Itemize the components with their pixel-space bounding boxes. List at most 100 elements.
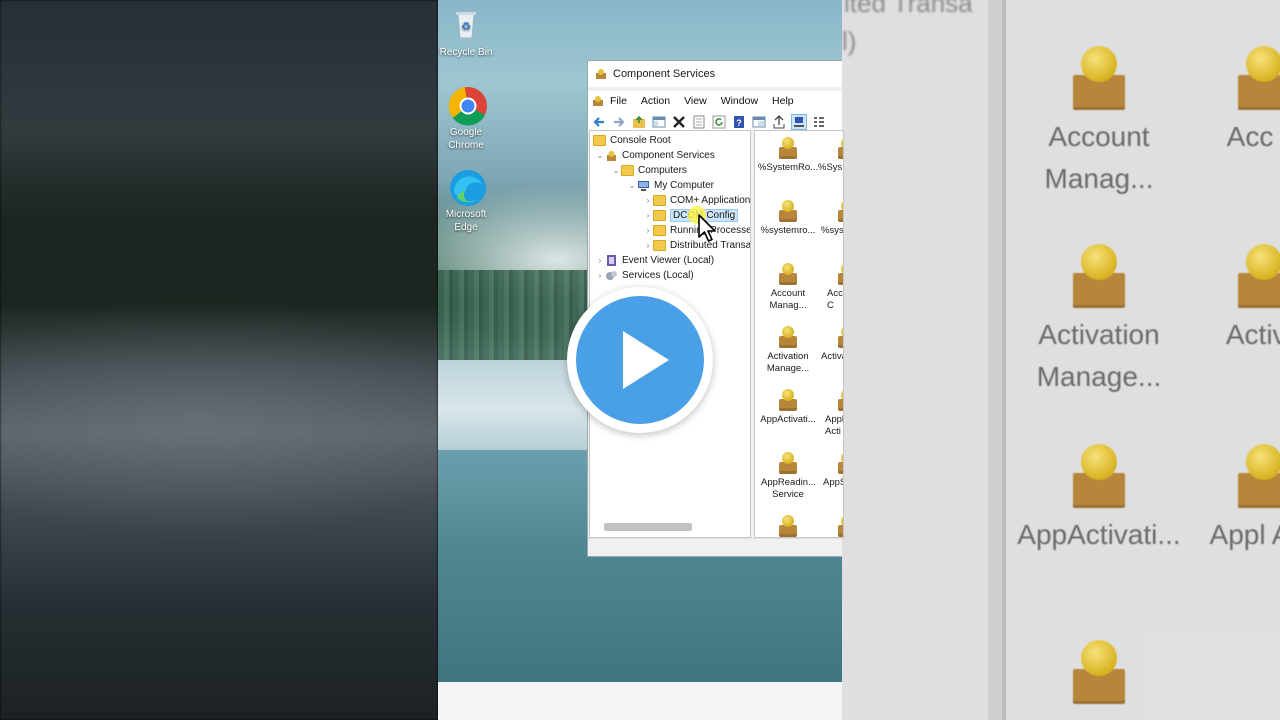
package-icon	[836, 200, 843, 222]
list-item-label: Appl Acti	[825, 414, 844, 437]
package-icon	[1232, 244, 1280, 308]
help-icon[interactable]: ?	[732, 115, 746, 129]
list-item-label: %sys	[821, 225, 844, 236]
package-icon	[777, 389, 799, 411]
list-item[interactable]: %SystemRo...	[757, 137, 819, 174]
zoomed-item-label: AppActivati...	[1017, 519, 1181, 550]
list-item-label: AppReadin... Service	[761, 477, 816, 500]
export-icon[interactable]	[772, 114, 786, 129]
package-icon	[1067, 46, 1131, 110]
list-pane: %SystemRo... %Sys %systemro... %sys Acco…	[754, 130, 844, 538]
desktop-icon-edge[interactable]: Microsoft Edge	[434, 168, 498, 234]
tree-node-console-root[interactable]: Console Root	[593, 133, 671, 148]
list-item[interactable]: Activa	[821, 326, 843, 363]
zoomed-list-item	[994, 640, 1204, 710]
show-hide-tree-icon[interactable]	[652, 115, 666, 129]
menu-file[interactable]: File	[610, 95, 627, 107]
large-icons-view-icon[interactable]	[791, 113, 807, 130]
package-icon	[777, 452, 799, 474]
chevron-down-icon[interactable]: ⌄	[627, 181, 637, 190]
list-item-label: %Sys	[818, 162, 843, 173]
list-item[interactable]: AppActivati...	[757, 389, 819, 426]
list-item-label: Account Manag...	[769, 288, 807, 311]
chevron-right-icon[interactable]: ›	[595, 271, 605, 280]
console-window-icon[interactable]	[752, 115, 766, 129]
up-folder-icon[interactable]	[632, 115, 646, 129]
zoomed-list-item: AppActivati...	[994, 444, 1204, 556]
list-item[interactable]: Account Manag...	[757, 263, 819, 312]
menu-help[interactable]: Help	[772, 95, 794, 107]
recycle-bin-icon: ♻	[448, 6, 484, 42]
chevron-right-icon[interactable]: ›	[643, 211, 653, 220]
menu-view[interactable]: View	[684, 95, 707, 107]
chevron-down-icon[interactable]: ⌄	[595, 151, 605, 160]
list-item[interactable]: %Sys	[818, 137, 843, 174]
zoomed-item-label: Acc C	[1226, 121, 1280, 152]
tree-node-my-computer[interactable]: ⌄ My Computer	[627, 178, 714, 193]
app-menu-icon[interactable]	[592, 95, 604, 107]
chevron-right-icon[interactable]: ›	[643, 196, 653, 205]
chevron-right-icon[interactable]: ›	[595, 256, 605, 265]
event-viewer-icon	[605, 255, 618, 266]
list-item[interactable]: AppS	[823, 452, 844, 489]
window-titlebar[interactable]: Component Services	[588, 61, 842, 87]
desktop-icon-label: Google Chrome	[448, 127, 484, 151]
zoomed-list-item: Appl Acti	[1204, 444, 1280, 556]
zoomed-top-text-2: l)	[842, 26, 857, 56]
tree-label: Component Services	[622, 150, 715, 161]
window-title: Component Services	[613, 68, 716, 80]
folder-icon	[621, 165, 634, 176]
desktop-icon-label: Microsoft Edge	[445, 209, 487, 233]
small-icons-view-icon[interactable]	[812, 115, 826, 129]
delete-icon[interactable]	[672, 115, 686, 129]
menu-window[interactable]: Window	[721, 95, 758, 107]
list-item[interactable]: Acc C	[827, 263, 843, 312]
list-item-label: %SystemRo...	[757, 162, 819, 173]
play-icon	[623, 331, 669, 389]
list-item[interactable]: %sys	[821, 200, 844, 237]
chevron-right-icon[interactable]: ›	[643, 241, 653, 250]
tree-label: Computers	[638, 165, 687, 176]
zoomed-list-item: Activa	[1204, 244, 1280, 356]
left-blurred-background	[0, 0, 438, 720]
list-item-label: Activa	[821, 351, 843, 362]
package-icon	[1232, 444, 1280, 508]
mouse-cursor-icon	[697, 213, 719, 250]
tree-node-services[interactable]: › Services (Local)	[595, 268, 694, 283]
list-item[interactable]	[821, 515, 843, 537]
chevron-right-icon[interactable]: ›	[643, 226, 653, 235]
list-item-label: AppS	[823, 477, 844, 488]
menu-bar: File Action View Window Help	[588, 91, 842, 111]
list-item[interactable]: %systemro...	[757, 200, 819, 237]
status-bar	[588, 538, 842, 556]
package-icon	[836, 452, 843, 474]
component-services-icon	[605, 150, 618, 161]
desktop-icon-chrome[interactable]: Google Chrome	[434, 86, 498, 152]
refresh-icon[interactable]	[712, 115, 726, 129]
video-bottom-bar	[438, 682, 842, 720]
list-item[interactable]: Activation Manage...	[757, 326, 819, 375]
list-item-label: AppActivati...	[760, 414, 816, 425]
zoomed-item-label: Activa	[1225, 319, 1280, 350]
folder-icon	[653, 225, 666, 236]
menu-action[interactable]: Action	[641, 95, 670, 107]
horizontal-scrollbar[interactable]	[604, 523, 692, 531]
tree-node-event-viewer[interactable]: › Event Viewer (Local)	[595, 253, 714, 268]
tree-label: Event Viewer (Local)	[622, 255, 715, 266]
component-services-icon	[595, 68, 607, 80]
zoomed-list-item: Acc C	[1204, 46, 1280, 158]
tree-node-computers[interactable]: ⌄ Computers	[611, 163, 687, 178]
chevron-down-icon[interactable]: ⌄	[611, 166, 621, 175]
list-item[interactable]: Appl Acti	[825, 389, 844, 438]
back-icon[interactable]	[592, 115, 606, 129]
play-button[interactable]	[567, 287, 713, 433]
list-item[interactable]: AppReadin... Service	[757, 452, 819, 501]
list-item[interactable]	[757, 515, 819, 537]
desktop-icon-recycle-bin[interactable]: ♻ Recycle Bin	[434, 6, 498, 59]
properties-icon[interactable]	[692, 115, 706, 129]
package-icon	[1067, 244, 1131, 308]
folder-icon	[653, 195, 666, 206]
tree-node-component-services[interactable]: ⌄ Component Services	[595, 148, 715, 163]
forward-icon[interactable]	[612, 115, 626, 129]
svg-text:♻: ♻	[461, 21, 471, 33]
